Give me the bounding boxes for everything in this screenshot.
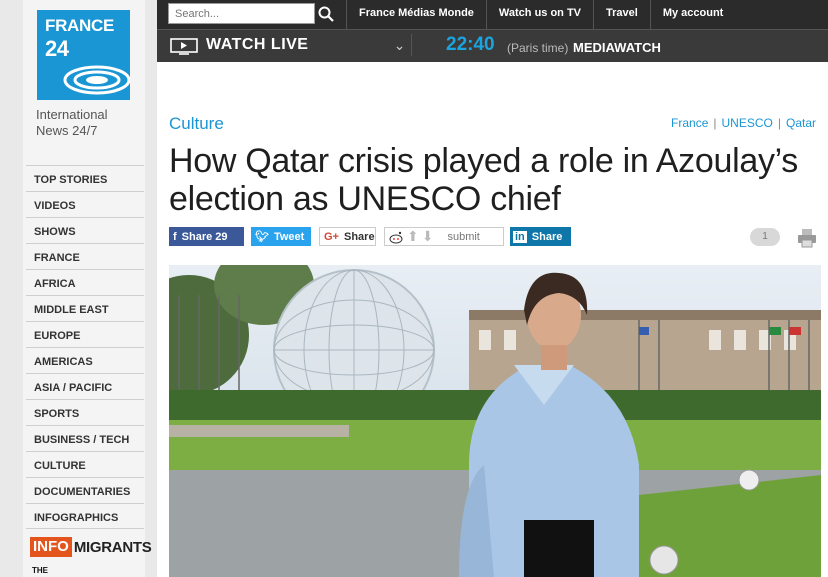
nav-item-videos[interactable]: VIDEOS <box>26 191 144 217</box>
search-icon <box>318 6 334 22</box>
twitter-bird-icon: 🐦︎ <box>255 231 269 243</box>
menu-watch-on-tv[interactable]: Watch us on TV <box>485 0 593 29</box>
googleplus-share-button[interactable]: G+ Share <box>319 227 376 246</box>
chevron-down-icon[interactable]: ⌄ <box>388 34 412 56</box>
nav-item-france[interactable]: FRANCE <box>26 243 144 269</box>
nav-item-sports[interactable]: SPORTS <box>26 399 144 425</box>
reddit-alien-icon <box>389 231 403 243</box>
tagline: International News 24/7 <box>36 107 108 138</box>
article-headline: How Qatar crisis played a role in Azoula… <box>169 142 798 218</box>
nav-item-europe[interactable]: EUROPE <box>26 321 144 347</box>
observers-text: THE <box>32 566 48 575</box>
nav-item-middle-east[interactable]: MIDDLE EAST <box>26 295 144 321</box>
tag-separator: | <box>777 116 781 130</box>
facebook-share-label: Share 29 <box>181 230 228 243</box>
linkedin-share-label: Share <box>531 230 563 243</box>
tag-link[interactable]: France <box>671 116 708 130</box>
section-label[interactable]: Culture <box>169 114 224 134</box>
observers-logo[interactable]: THE <box>32 566 120 577</box>
article-photo <box>169 265 821 577</box>
infomigrants-logo[interactable]: INFO MIGRANTS <box>30 536 152 558</box>
menu-france-medias-monde[interactable]: France Médias Monde <box>346 0 486 29</box>
search-button[interactable] <box>315 3 337 24</box>
menu-my-account[interactable]: My account <box>649 0 736 29</box>
watch-live-label[interactable]: WATCH LIVE <box>206 36 308 54</box>
nav-item-infographics[interactable]: INFOGRAPHICS <box>26 503 144 529</box>
nav-item-top-stories[interactable]: TOP STORIES <box>26 165 144 191</box>
upvote-arrow-icon[interactable]: ⬆ <box>407 228 419 245</box>
menu-travel[interactable]: Travel <box>593 0 650 29</box>
reddit-submit-button[interactable]: ⬆ ⬇ submit <box>384 227 504 246</box>
nav-item-asia-pacific[interactable]: ASIA / PACIFIC <box>26 373 144 399</box>
comment-count-bubble[interactable]: 1 <box>750 228 780 246</box>
tag-link[interactable]: Qatar <box>786 116 816 130</box>
tag-list: France | UNESCO | Qatar <box>671 116 816 130</box>
facebook-icon: f <box>173 230 177 243</box>
nav-item-culture[interactable]: CULTURE <box>26 451 144 477</box>
timezone-label: (Paris time) <box>507 41 569 55</box>
twitter-share-label: Tweet <box>273 230 305 243</box>
reddit-submit-label: submit <box>447 230 480 243</box>
tag-separator: | <box>713 116 717 130</box>
france24-logo[interactable]: FRANCE 24 <box>37 10 130 100</box>
nav-item-shows[interactable]: SHOWS <box>26 217 144 243</box>
nav-item-americas[interactable]: AMERICAS <box>26 347 144 373</box>
googleplus-share-label: Share <box>343 230 375 243</box>
linkedin-share-button[interactable]: in Share <box>510 227 571 246</box>
nav-item-documentaries[interactable]: DOCUMENTARIES <box>26 477 144 503</box>
live-time: 22:40 <box>446 34 495 55</box>
twitter-share-button[interactable]: 🐦︎ Tweet <box>251 227 311 246</box>
printer-icon[interactable] <box>796 228 818 253</box>
search-input[interactable] <box>168 3 315 24</box>
facebook-share-button[interactable]: f Share 29 <box>169 227 244 246</box>
main-nav: TOP STORIES VIDEOS SHOWS FRANCE AFRICA M… <box>26 165 144 529</box>
top-menu: France Médias Monde Watch us on TV Trave… <box>346 0 735 29</box>
googleplus-icon: G+ <box>324 230 339 243</box>
tv-play-icon[interactable] <box>170 38 198 60</box>
logo-text-france: FRANCE <box>45 16 115 35</box>
infomigrants-info: INFO <box>30 537 72 557</box>
current-program[interactable]: MEDIAWATCH <box>573 40 661 55</box>
downvote-arrow-icon[interactable]: ⬇ <box>422 228 434 245</box>
infomigrants-migrants: MIGRANTS <box>73 538 152 556</box>
logo-text-24: 24 <box>45 36 69 61</box>
nav-item-business-tech[interactable]: BUSINESS / TECH <box>26 425 144 451</box>
tag-link[interactable]: UNESCO <box>722 116 773 130</box>
nav-item-africa[interactable]: AFRICA <box>26 269 144 295</box>
linkedin-icon: in <box>513 230 527 243</box>
